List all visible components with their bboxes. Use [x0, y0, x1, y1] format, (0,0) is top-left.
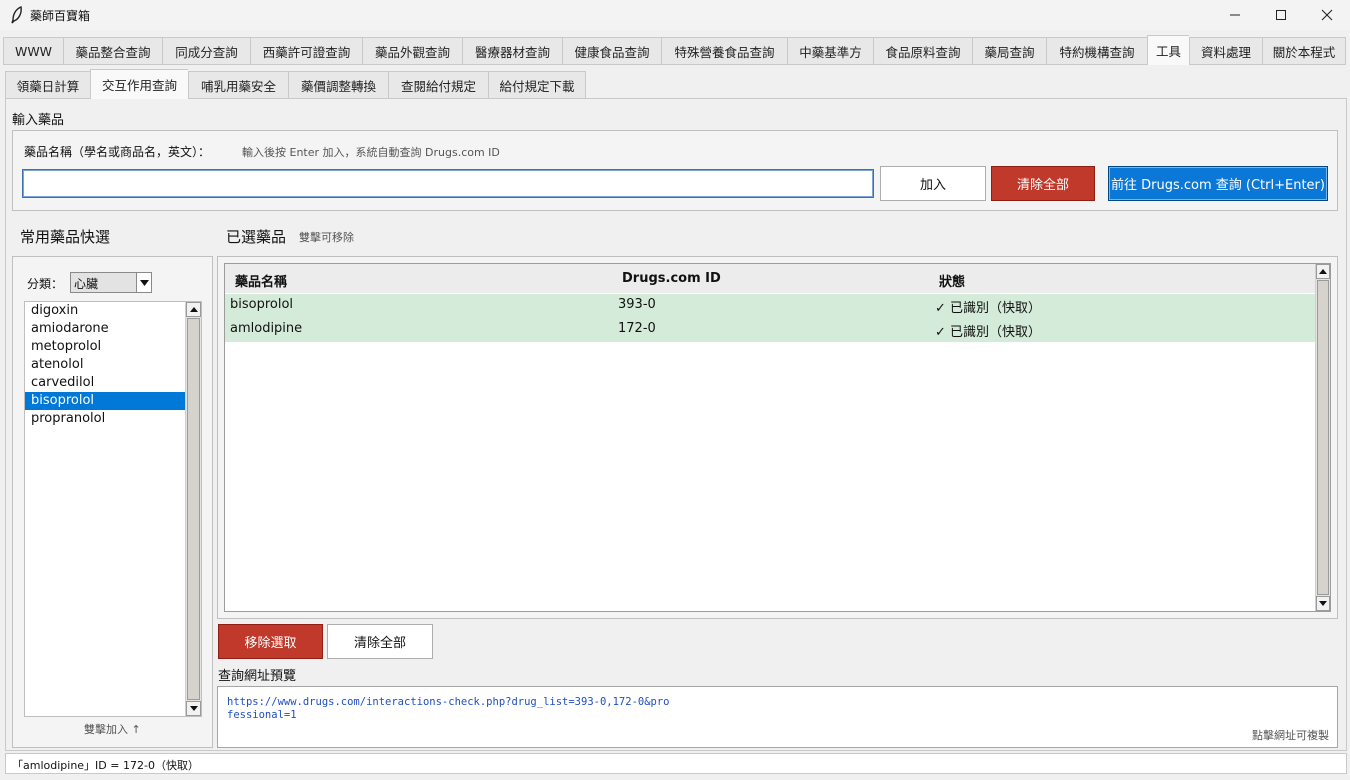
subtab-lactation-safety[interactable]: 哺乳用藥安全	[188, 71, 288, 99]
chevron-down-icon	[139, 279, 149, 286]
copy-url-hint: 點擊網址可複製	[1252, 729, 1329, 742]
status-text: 「amlodipine」ID = 172-0（快取）	[12, 759, 199, 772]
category-select[interactable]: 心臟	[70, 272, 152, 293]
selected-drugs-table: 藥品名稱 Drugs.com ID 狀態 bisoprolol 393-0 ✓ …	[224, 263, 1331, 612]
add-button[interactable]: 加入	[880, 166, 986, 201]
list-item[interactable]: carvedilol	[25, 374, 201, 392]
cell-status: ✓ 已識別（快取）	[935, 325, 1042, 340]
list-item-selected[interactable]: bisoprolol	[25, 392, 186, 410]
scroll-up-arrow[interactable]	[186, 302, 201, 317]
tab-health-food-search[interactable]: 健康食品查詢	[562, 37, 661, 65]
column-header-status[interactable]: 狀態	[939, 271, 965, 290]
tab-tcm-formula[interactable]: 中藥基準方	[787, 37, 873, 65]
table-header: 藥品名稱 Drugs.com ID 狀態	[225, 264, 1315, 293]
selected-drugs-hint: 雙擊可移除	[299, 231, 354, 244]
tab-food-ingredient-search[interactable]: 食品原料查詢	[873, 37, 972, 65]
drug-name-label: 藥品名稱（學名或商品名，英文）：	[24, 145, 211, 159]
url-preview-box[interactable]: https://www.drugs.com/interactions-check…	[217, 686, 1338, 748]
list-item[interactable]: digoxin	[25, 302, 201, 320]
tab-special-nutrition-search[interactable]: 特殊營養食品查詢	[661, 37, 787, 65]
scroll-up-arrow[interactable]	[1316, 264, 1330, 279]
category-value: 心臟	[74, 277, 99, 291]
drug-name-hint: 輸入後按 Enter 加入，系統自動查詢 Drugs.com ID	[242, 146, 500, 159]
quick-pick-scrollbar[interactable]	[185, 302, 201, 716]
category-label: 分類：	[27, 277, 64, 291]
arrow-down-icon	[1319, 601, 1327, 606]
list-item[interactable]: amiodarone	[25, 320, 201, 338]
close-button[interactable]	[1304, 0, 1350, 30]
clear-all-selected-button[interactable]: 清除全部	[327, 624, 433, 659]
cell-id: 172-0	[618, 321, 656, 336]
table-row[interactable]: bisoprolol 393-0 ✓ 已識別（快取）	[225, 294, 1315, 318]
quick-pick-title: 常用藥品快選	[20, 228, 111, 246]
cell-status: ✓ 已識別（快取）	[935, 301, 1042, 316]
feather-icon	[11, 6, 22, 24]
drug-name-input[interactable]	[22, 169, 874, 198]
url-line-2[interactable]: fessional=1	[227, 709, 297, 722]
close-icon	[1321, 9, 1333, 21]
scroll-down-arrow[interactable]	[1316, 596, 1330, 611]
tab-pharmacy-search[interactable]: 藥局查詢	[972, 37, 1046, 65]
scroll-thumb[interactable]	[187, 318, 200, 700]
cell-name: bisoprolol	[230, 297, 294, 312]
tab-www[interactable]: WWW	[3, 37, 63, 65]
input-section-title: 輸入藥品	[12, 113, 65, 128]
tab-medical-device-search[interactable]: 醫療器材查詢	[462, 37, 562, 65]
url-line-1[interactable]: https://www.drugs.com/interactions-check…	[227, 696, 670, 709]
tab-western-drug-license-search[interactable]: 西藥許可證查詢	[250, 37, 362, 65]
tab-contracted-facility-search[interactable]: 特約機構查詢	[1046, 37, 1147, 65]
subtab-view-reimbursement-rules[interactable]: 查閱給付規定	[388, 71, 488, 99]
table-row[interactable]: amlodipine 172-0 ✓ 已識別（快取）	[225, 318, 1315, 342]
tab-drug-integrated-search[interactable]: 藥品整合查詢	[63, 37, 162, 65]
cell-name: amlodipine	[230, 321, 303, 336]
subtab-download-reimbursement-rules[interactable]: 給付規定下載	[488, 71, 586, 99]
scroll-thumb[interactable]	[1317, 280, 1329, 595]
scroll-down-arrow[interactable]	[186, 701, 201, 716]
selected-drugs-scrollbar[interactable]	[1315, 264, 1330, 611]
tab-same-ingredient-search[interactable]: 同成分查詢	[162, 37, 250, 65]
cell-id: 393-0	[618, 297, 656, 312]
tab-about[interactable]: 關於本程式	[1262, 37, 1346, 65]
arrow-down-icon	[189, 706, 198, 711]
title-bar: 藥師百寶箱	[0, 0, 1350, 30]
url-preview-title: 查詢網址預覽	[218, 669, 297, 684]
arrow-up-icon	[1319, 269, 1327, 274]
tab-data-processing[interactable]: 資料處理	[1189, 37, 1262, 65]
maximize-icon	[1276, 10, 1286, 20]
remove-selected-button[interactable]: 移除選取	[218, 624, 323, 659]
quick-pick-items: digoxin amiodarone metoprolol atenolol c…	[25, 302, 201, 428]
minimize-button[interactable]	[1212, 0, 1258, 30]
subtab-interaction-check[interactable]: 交互作用查詢	[90, 69, 188, 99]
column-header-id[interactable]: Drugs.com ID	[622, 271, 721, 286]
list-item[interactable]: propranolol	[25, 410, 201, 428]
category-dropdown-button[interactable]	[136, 273, 151, 292]
main-tab-bar: WWW 藥品整合查詢 同成分查詢 西藥許可證查詢 藥品外觀查詢 醫療器材查詢 健…	[3, 35, 1346, 65]
clear-all-input-button[interactable]: 清除全部	[991, 166, 1095, 201]
selected-drugs-title: 已選藥品	[226, 228, 287, 246]
list-item[interactable]: atenolol	[25, 356, 201, 374]
quick-pick-hint: 雙擊加入 ↑	[84, 723, 141, 736]
tab-tools[interactable]: 工具	[1147, 35, 1189, 65]
arrow-up-icon	[189, 307, 198, 312]
subtab-dispensing-date-calc[interactable]: 領藥日計算	[5, 71, 90, 99]
subtab-price-adjustment[interactable]: 藥價調整轉換	[288, 71, 388, 99]
status-bar: 「amlodipine」ID = 172-0（快取）	[5, 753, 1347, 774]
maximize-button[interactable]	[1258, 0, 1304, 30]
tab-drug-appearance-search[interactable]: 藥品外觀查詢	[362, 37, 462, 65]
quick-pick-list: digoxin amiodarone metoprolol atenolol c…	[24, 301, 202, 717]
go-drugs-com-button[interactable]: 前往 Drugs.com 查詢 (Ctrl+Enter)	[1108, 166, 1328, 201]
sub-tab-bar: 領藥日計算 交互作用查詢 哺乳用藥安全 藥價調整轉換 查閱給付規定 給付規定下載	[5, 69, 586, 99]
column-header-name[interactable]: 藥品名稱	[235, 271, 287, 290]
window-title: 藥師百寶箱	[30, 9, 91, 23]
list-item[interactable]: metoprolol	[25, 338, 201, 356]
minimize-icon	[1230, 14, 1240, 16]
